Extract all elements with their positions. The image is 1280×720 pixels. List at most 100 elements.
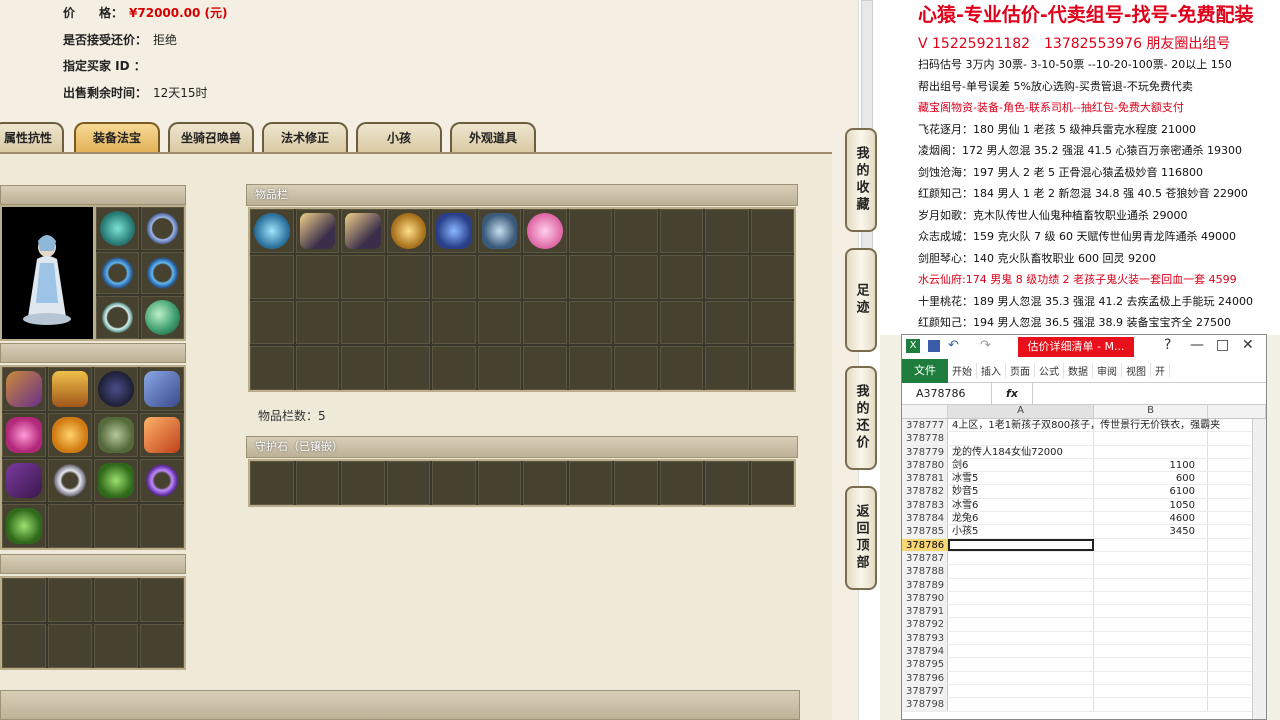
cell-b[interactable] [1094, 445, 1208, 458]
cell-a[interactable]: 剑6 [948, 458, 1094, 472]
inventory-slot[interactable] [750, 209, 794, 253]
extra-slot[interactable] [140, 578, 184, 622]
cell-a[interactable] [948, 618, 1094, 631]
column-header-a[interactable]: A [948, 405, 1094, 418]
inventory-slot[interactable] [705, 346, 749, 390]
minimize-icon[interactable]: — [1190, 337, 1204, 353]
inventory-slot[interactable] [659, 346, 703, 390]
cell-b[interactable] [1094, 684, 1208, 698]
guard-stone-slot[interactable] [568, 461, 612, 505]
inventory-slot[interactable] [432, 346, 476, 390]
inventory-slot[interactable] [250, 346, 294, 390]
treasure-slot[interactable] [140, 458, 184, 503]
cell-b[interactable]: 600 [1094, 472, 1208, 485]
inventory-slot[interactable] [750, 300, 794, 345]
treasure-slot[interactable] [48, 504, 92, 548]
inventory-slot[interactable] [477, 254, 521, 299]
ribbon-tab[interactable]: 插入 [977, 363, 1006, 378]
equip-slot[interactable] [141, 251, 184, 295]
guard-stone-slot[interactable] [750, 461, 794, 505]
cell-b[interactable] [1094, 631, 1208, 645]
cell-b[interactable] [1094, 578, 1208, 591]
inventory-slot[interactable] [477, 346, 521, 390]
equip-slot[interactable] [96, 296, 139, 339]
cell-a[interactable]: 妙音5 [948, 485, 1094, 498]
cell-b[interactable] [1094, 645, 1208, 658]
cell-a[interactable] [948, 538, 1094, 551]
guard-stone-slot[interactable] [250, 461, 294, 505]
treasure-slot[interactable] [48, 412, 92, 457]
guard-stone-slot[interactable] [386, 461, 430, 505]
excel-window[interactable]: X ↶ ↷ 估价详细清单 - M... ? — □ ✕ 文件 开始 插入 页面 公式数… [901, 334, 1267, 720]
extra-slot[interactable] [94, 578, 138, 622]
ribbon-tab[interactable]: 开始 [948, 363, 977, 378]
guard-stone-slot[interactable] [705, 461, 749, 505]
excel-titlebar[interactable]: X ↶ ↷ 估价详细清单 - M... ? — □ ✕ [902, 335, 1266, 359]
treasure-slot[interactable] [140, 412, 184, 457]
inventory-slot[interactable] [432, 209, 476, 253]
cell-b[interactable] [1094, 698, 1208, 711]
inventory-slot[interactable] [386, 300, 430, 345]
inventory-slot[interactable] [432, 300, 476, 345]
cell-a[interactable]: 龙的传人184女仙72000 [948, 445, 1094, 458]
guard-stone-slot[interactable] [477, 461, 521, 505]
inventory-slot[interactable] [386, 209, 430, 253]
treasure-slot[interactable] [94, 504, 138, 548]
cell-a[interactable] [948, 591, 1094, 605]
side-nav-my-offers[interactable]: 我的还价 [845, 366, 877, 470]
guard-stone-slot[interactable] [659, 461, 703, 505]
cell-b[interactable]: 6100 [1094, 485, 1208, 498]
inventory-slot[interactable] [705, 300, 749, 345]
cell-b[interactable]: 1050 [1094, 498, 1208, 512]
treasure-slot[interactable] [2, 504, 46, 548]
row-number[interactable]: 378783 [902, 498, 948, 512]
treasure-slot[interactable] [48, 458, 92, 503]
cell-a[interactable]: 冰雪6 [948, 498, 1094, 512]
extra-slot[interactable] [94, 624, 138, 668]
extra-slot[interactable] [2, 624, 46, 668]
treasure-slot[interactable] [2, 458, 46, 503]
row-number[interactable]: 378779 [902, 445, 948, 458]
row-number[interactable]: 378798 [902, 698, 948, 711]
guard-stone-slot[interactable] [614, 461, 658, 505]
extra-slot[interactable] [140, 624, 184, 668]
inventory-slot[interactable] [750, 346, 794, 390]
treasure-slot[interactable] [2, 367, 46, 411]
cell-b[interactable] [1094, 432, 1208, 445]
inventory-slot[interactable] [614, 209, 658, 253]
row-number[interactable]: 378778 [902, 432, 948, 445]
treasure-slot[interactable] [94, 412, 138, 457]
cell-b[interactable] [1094, 658, 1208, 671]
inventory-slot[interactable] [523, 300, 567, 345]
cell-a[interactable]: 龙兔6 [948, 512, 1094, 525]
equip-slot[interactable] [96, 251, 139, 295]
inventory-slot[interactable] [659, 254, 703, 299]
inventory-slot[interactable] [295, 209, 339, 253]
close-icon[interactable]: ✕ [1242, 337, 1254, 353]
inventory-slot[interactable] [523, 254, 567, 299]
formula-input[interactable] [1032, 383, 1266, 404]
cell-a[interactable] [948, 631, 1094, 645]
guard-stone-slot[interactable] [295, 461, 339, 505]
fx-icon[interactable]: fx [992, 387, 1032, 400]
row-number[interactable]: 378788 [902, 565, 948, 578]
guard-stone-slot[interactable] [523, 461, 567, 505]
name-box[interactable]: A378786 [902, 383, 992, 404]
redo-icon[interactable]: ↷ [980, 338, 991, 353]
inventory-slot[interactable] [477, 300, 521, 345]
guard-stone-slot[interactable] [432, 461, 476, 505]
extra-slot[interactable] [48, 624, 92, 668]
inventory-slot[interactable] [386, 254, 430, 299]
inventory-slot[interactable] [659, 209, 703, 253]
row-number[interactable]: 378781 [902, 472, 948, 485]
row-number[interactable]: 378797 [902, 684, 948, 698]
guard-stone-slot[interactable] [341, 461, 385, 505]
row-number[interactable]: 378785 [902, 525, 948, 538]
treasure-slot[interactable] [48, 367, 92, 411]
cell-a[interactable] [948, 605, 1094, 618]
ribbon-tab[interactable]: 审阅 [1093, 363, 1122, 378]
sheet-vertical-scrollbar[interactable] [1252, 419, 1266, 719]
inventory-slot[interactable] [568, 300, 612, 345]
inventory-slot[interactable] [432, 254, 476, 299]
cell-a[interactable]: 4上区，1老1新孩子双800孩子，传世景行无价铁衣，强霸夹 [948, 419, 1220, 432]
